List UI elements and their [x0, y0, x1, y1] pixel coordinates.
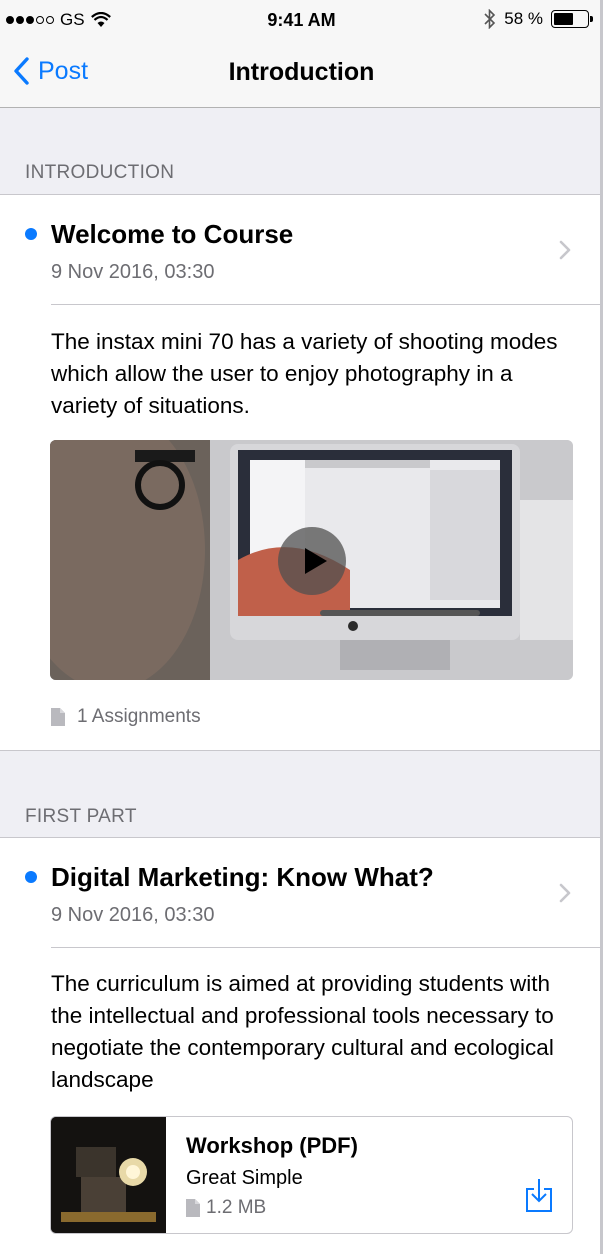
bluetooth-icon — [484, 9, 496, 29]
unread-indicator — [25, 228, 37, 240]
navigation-bar: Post Introduction — [0, 40, 603, 108]
divider — [51, 947, 600, 948]
video-thumbnail[interactable] — [50, 440, 573, 680]
battery-label: 58 % — [504, 9, 543, 28]
attachment-size-row: 1.2 MB — [186, 1197, 266, 1219]
post-date: 9 Nov 2016, 03:30 — [51, 904, 215, 926]
battery-level — [554, 13, 573, 25]
status-right: 58 % — [484, 9, 593, 29]
section-header-introduction: INTRODUCTION — [25, 162, 175, 183]
attachment-subtitle: Great Simple — [186, 1167, 303, 1189]
attachment-thumbnail — [51, 1117, 166, 1233]
document-icon — [51, 708, 65, 726]
status-bar: GS 9:41 AM 58 % — [0, 0, 603, 40]
chevron-right-icon[interactable] — [558, 883, 572, 903]
post-card-digital-marketing: Digital Marketing: Know What? 9 Nov 2016… — [0, 837, 600, 1254]
attachment-card[interactable]: Workshop (PDF) Great Simple 1.2 MB — [50, 1116, 573, 1234]
chevron-right-icon[interactable] — [558, 240, 572, 260]
document-icon — [186, 1199, 200, 1217]
post-title[interactable]: Welcome to Course — [51, 219, 293, 250]
unread-indicator — [25, 871, 37, 883]
projector-image — [51, 1117, 166, 1233]
assignments-count: 1 Assignments — [77, 706, 201, 727]
attachment-title: Workshop (PDF) — [186, 1133, 358, 1158]
battery-icon — [551, 10, 593, 28]
section-header-first-part: FIRST PART — [25, 806, 137, 827]
post-body: The curriculum is aimed at providing stu… — [51, 971, 554, 1092]
attachment-size: 1.2 MB — [206, 1197, 267, 1218]
post-title[interactable]: Digital Marketing: Know What? — [51, 862, 434, 893]
post-card-welcome: Welcome to Course 9 Nov 2016, 03:30 The … — [0, 194, 600, 751]
page-title: Introduction — [228, 58, 375, 86]
post-body: The instax mini 70 has a variety of shoo… — [51, 329, 558, 418]
download-icon[interactable] — [524, 1177, 554, 1213]
play-button[interactable] — [278, 527, 346, 595]
assignments-row[interactable]: 1 Assignments — [51, 706, 201, 728]
post-date: 9 Nov 2016, 03:30 — [51, 261, 215, 283]
divider — [51, 304, 600, 305]
